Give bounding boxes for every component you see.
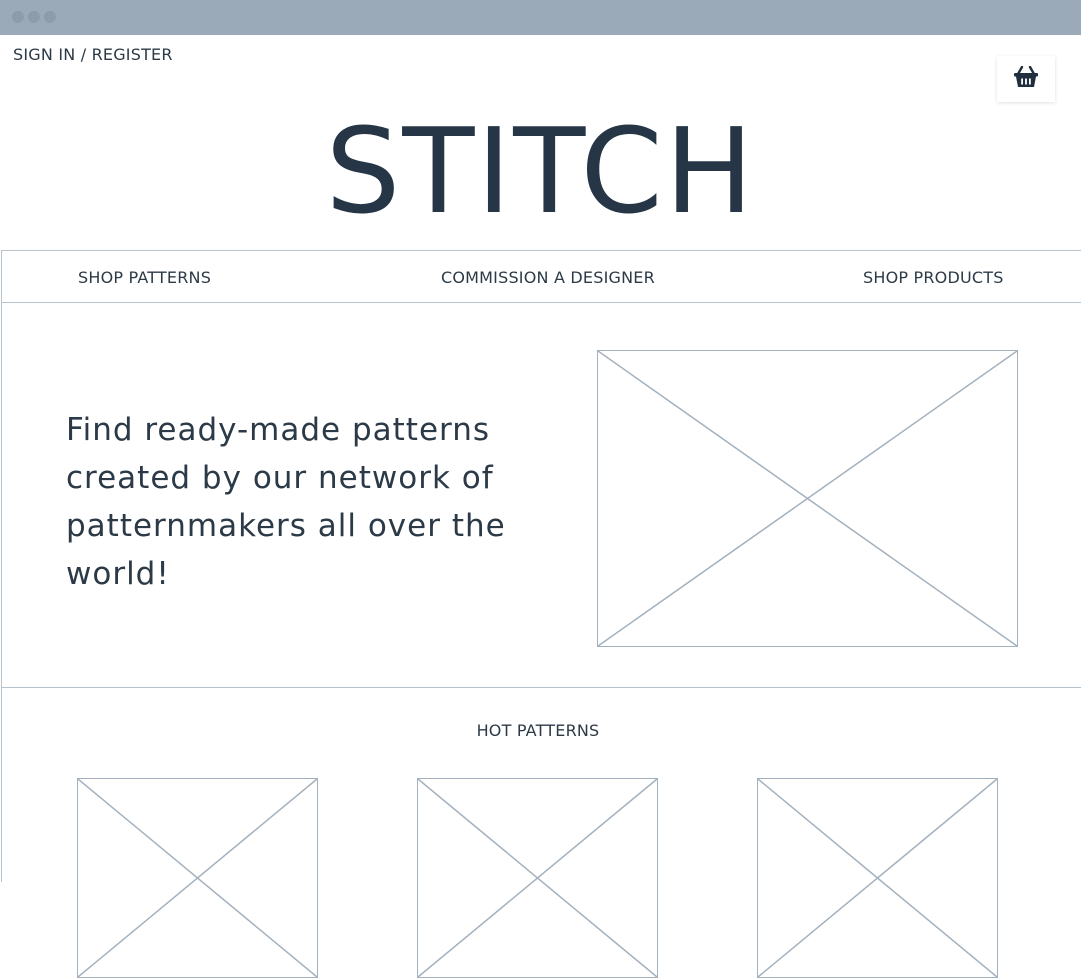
nav-commission-designer[interactable]: COMMISSION A DESIGNER (441, 268, 655, 287)
hero-section: Find ready-made patterns created by our … (1, 302, 1081, 688)
sign-in-register-link[interactable]: SIGN IN / REGISTER (13, 45, 173, 64)
browser-window-bar (0, 0, 1081, 35)
hero-text: Find ready-made patterns created by our … (66, 412, 506, 592)
window-minimize-dot[interactable] (28, 11, 40, 23)
site-logo[interactable]: STITCH (0, 106, 1081, 236)
basket-icon (1013, 65, 1039, 92)
cart-button[interactable] (997, 56, 1055, 102)
window-maximize-dot[interactable] (44, 11, 56, 23)
hot-pattern-card-2[interactable] (417, 778, 658, 978)
hot-patterns-section: HOT PATTERNS (1, 688, 1081, 978)
hot-pattern-card-1[interactable] (77, 778, 318, 978)
nav-shop-products[interactable]: SHOP PRODUCTS (863, 268, 1004, 287)
hot-pattern-card-3[interactable] (757, 778, 998, 978)
main-nav: SHOP PATTERNS COMMISSION A DESIGNER SHOP… (1, 250, 1081, 303)
hero-image-placeholder (597, 350, 1018, 647)
window-close-dot[interactable] (12, 11, 24, 23)
hot-patterns-title: HOT PATTERNS (476, 721, 600, 740)
nav-shop-patterns[interactable]: SHOP PATTERNS (78, 268, 211, 287)
